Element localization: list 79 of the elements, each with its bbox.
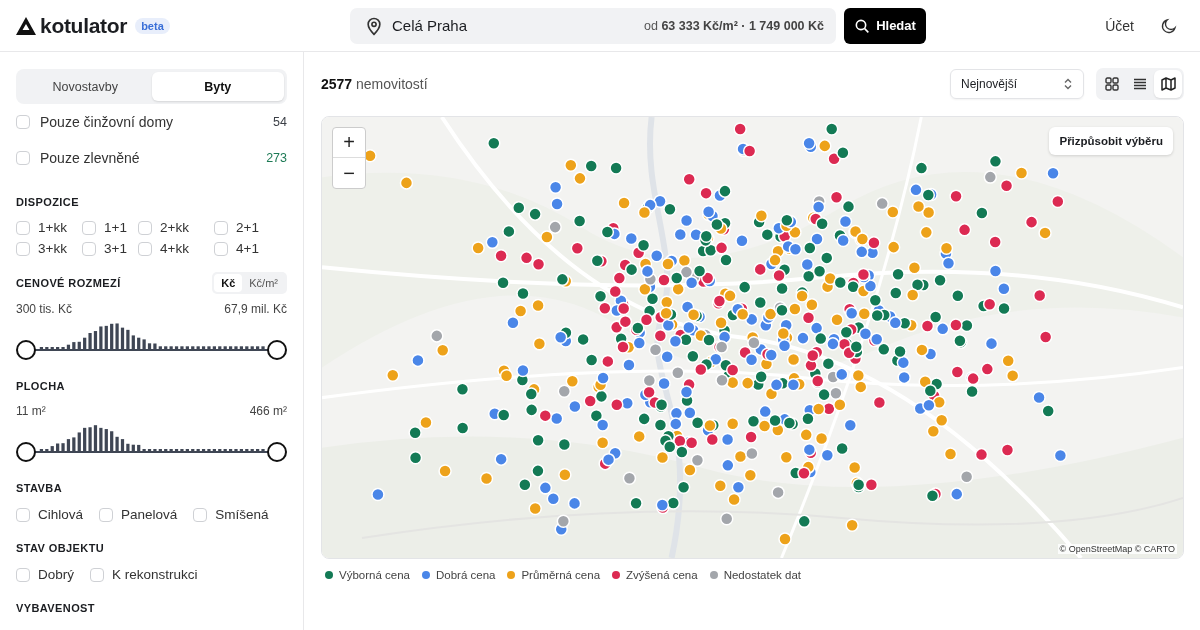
account-link[interactable]: Účet — [1105, 17, 1134, 34]
section-heading: DISPOZICE — [16, 196, 79, 208]
option-label: 4+kk — [160, 241, 189, 256]
slider-handle[interactable] — [16, 340, 36, 360]
view-button[interactable] — [1154, 70, 1182, 98]
logo-triangle-icon — [16, 16, 36, 35]
section-heading: CENOVÉ ROZMEZÍ — [16, 277, 121, 289]
option-label: 2+kk — [160, 220, 189, 235]
location-pin-icon — [364, 15, 384, 36]
logo-text[interactable]: kotulator — [40, 13, 128, 38]
checkbox[interactable] — [138, 220, 152, 235]
fit-selection-button[interactable]: Přizpůsobit výběru — [1049, 127, 1173, 155]
max-value: 466 m² — [249, 404, 287, 418]
checkbox[interactable] — [16, 220, 30, 235]
beta-badge: beta — [135, 17, 170, 34]
min-value: 11 m² — [16, 404, 46, 418]
option-label: Dobrý — [38, 567, 74, 582]
section-heading: STAVBA — [16, 482, 62, 494]
checkbox[interactable] — [16, 567, 30, 582]
range-slider[interactable] — [16, 422, 287, 462]
unit-tab[interactable]: Kč/m² — [242, 274, 285, 292]
option-label: K rekonstrukci — [112, 567, 198, 582]
max-value: 67,9 mil. Kč — [224, 302, 287, 316]
checkbox[interactable] — [90, 567, 104, 582]
list-icon — [1133, 78, 1147, 90]
option-label: 1+1 — [104, 220, 127, 235]
section-heading: STAV OBJEKTU — [16, 542, 105, 554]
zoom-in-button[interactable]: + — [333, 128, 365, 158]
option-label: 4+1 — [236, 241, 259, 256]
type-tab[interactable]: Novostavby — [19, 72, 152, 101]
checkbox[interactable] — [138, 241, 152, 256]
legend-label: Zvýšená cena — [626, 569, 698, 581]
dark-mode-icon[interactable] — [1160, 16, 1178, 35]
slider-handle[interactable] — [267, 340, 287, 360]
filter-label: Pouze činžovní domy — [40, 114, 174, 130]
location-text: Celá Praha — [392, 17, 468, 34]
legend-label: Dobrá cena — [435, 569, 496, 581]
map-icon — [1160, 77, 1176, 91]
count-label: 54 — [273, 115, 287, 129]
option-label: 3+1 — [104, 241, 127, 256]
range-slider[interactable] — [16, 320, 287, 360]
unit-tab[interactable]: Kč — [214, 274, 243, 292]
option-label: 3+kk — [38, 241, 67, 256]
legend-label: Nedostatek dat — [723, 569, 802, 581]
checkbox[interactable] — [16, 507, 30, 522]
search-icon — [854, 17, 871, 34]
filter-label: Pouze zlevněné — [40, 150, 140, 166]
checkbox[interactable] — [82, 220, 96, 235]
section-heading: VYBAVENOST — [16, 602, 95, 614]
zoom-out-button[interactable]: − — [333, 158, 365, 188]
option-label: Smíšená — [215, 507, 269, 522]
slider-handle[interactable] — [267, 442, 287, 462]
search-field[interactable]: Celá Praha od 63 333 Kč/m² · 1 749 000 Kč — [350, 7, 836, 44]
legend-label: Výborná cena — [339, 569, 410, 581]
chevron-updown-icon — [1063, 78, 1073, 90]
option-label: 2+1 — [236, 220, 259, 235]
sort-select[interactable]: Nejnovější — [950, 69, 1084, 99]
type-tab[interactable]: Byty — [151, 72, 284, 101]
legend-label: Průměrná cena — [521, 569, 601, 581]
price-summary: od 63 333 Kč/m² · 1 749 000 Kč — [644, 18, 824, 33]
checkbox[interactable] — [214, 241, 228, 256]
search-button[interactable]: Hledat — [844, 7, 926, 44]
checkbox[interactable] — [16, 241, 30, 256]
min-value: 300 tis. Kč — [16, 302, 73, 316]
section-heading: PLOCHA — [16, 380, 65, 392]
checkbox[interactable] — [82, 241, 96, 256]
checkbox[interactable] — [16, 151, 30, 165]
checkbox[interactable] — [193, 507, 208, 522]
checkbox[interactable] — [16, 115, 30, 129]
option-label: 1+kk — [38, 220, 67, 235]
option-label: Panelová — [121, 507, 178, 522]
checkbox[interactable] — [99, 507, 114, 522]
result-count: 2577 nemovitostí — [321, 76, 428, 92]
slider-handle[interactable] — [16, 442, 36, 462]
checkbox[interactable] — [214, 220, 228, 235]
option-label: Cihlová — [38, 507, 84, 522]
count-label: 273 — [266, 151, 287, 165]
map-attribution: © OpenStreetMap © CARTO — [1057, 544, 1177, 554]
grid-icon — [1105, 77, 1119, 91]
